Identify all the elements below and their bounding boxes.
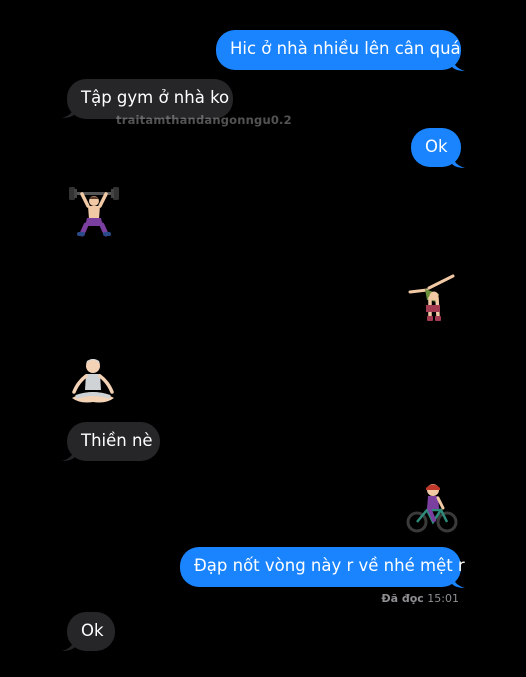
message-text: Ok: [81, 621, 104, 640]
watermark: traitamthandangonngu0.2: [116, 113, 292, 127]
sent-message-bubble[interactable]: Đạp nốt vòng này r về nhé mệt r: [180, 547, 465, 587]
person-cartwheeling-icon[interactable]: [405, 270, 459, 326]
message-text: Ok: [425, 137, 448, 156]
message-text: Hic ở nhà nhiều lên cân quá: [230, 39, 461, 58]
read-receipt-time: 15:01: [427, 592, 459, 605]
bubble-tail: [452, 58, 465, 71]
bubble-tail: [62, 105, 75, 118]
read-receipt: Đã đọc 15:01: [381, 592, 459, 605]
sent-message-bubble[interactable]: Hic ở nhà nhiều lên cân quá: [216, 30, 461, 70]
person-in-lotus-position-icon[interactable]: [66, 356, 120, 408]
bubble-tail: [62, 638, 75, 651]
received-message-bubble[interactable]: Thiền nè: [67, 422, 160, 461]
person-biking-icon[interactable]: [405, 482, 459, 534]
bubble-tail: [452, 155, 465, 168]
message-text: Đạp nốt vòng này r về nhé mệt r: [194, 556, 465, 575]
message-text: Tập gym ở nhà ko: [81, 88, 230, 107]
bubble-tail: [452, 575, 465, 588]
bubble-tail: [62, 448, 75, 461]
message-text: Thiền nè: [81, 431, 153, 450]
person-lifting-weights-icon[interactable]: [68, 186, 120, 238]
read-receipt-label: Đã đọc: [381, 592, 424, 605]
